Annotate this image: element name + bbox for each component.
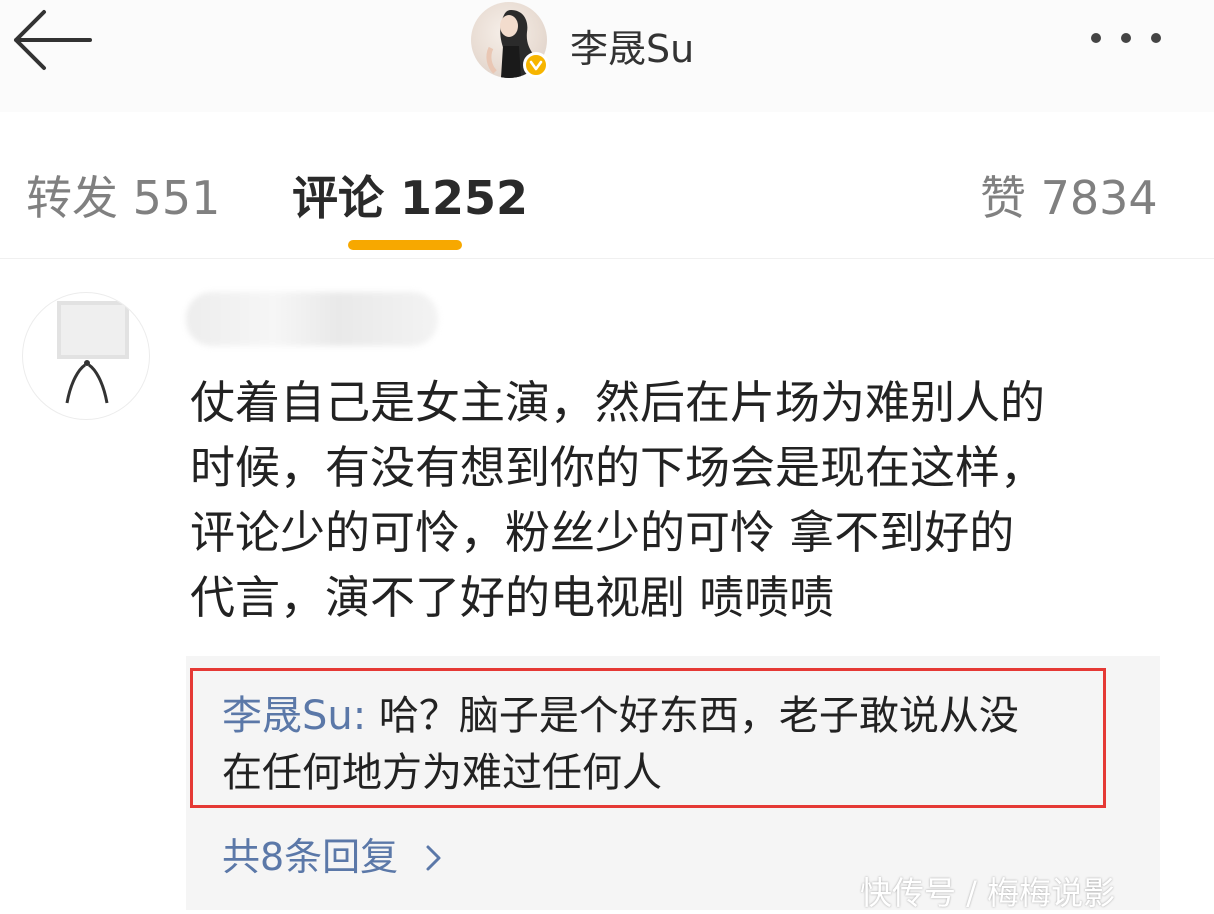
comment-line: 评论少的可怜，粉丝少的可怜 拿不到好的 — [190, 506, 1015, 559]
comment-line: 代言，演不了好的电视剧 啧啧啧 — [190, 571, 835, 624]
tab-repost-label: 转发 — [26, 171, 118, 225]
comment-line: 时候，有没有想到你的下场会是现在这样， — [190, 441, 1046, 494]
top-bar: 李晟Su — [0, 0, 1214, 113]
view-more-replies-link[interactable]: 共8条回复 — [222, 826, 444, 881]
tab-comment-label: 评论 — [292, 171, 384, 225]
tab-repost-count: 551 — [132, 171, 221, 225]
author-avatar[interactable] — [471, 2, 551, 78]
tab-like-count: 7834 — [1040, 171, 1158, 225]
reply-content-line: 在任何地方为难过任何人 — [222, 750, 662, 796]
chevron-right-icon — [426, 845, 441, 871]
tab-comment-count: 1252 — [400, 171, 529, 225]
reply-content-line: 哈？脑子是个好东西，老子敢说从没 — [366, 693, 1019, 739]
author-nickname[interactable]: 李晟Su — [570, 18, 694, 73]
tab-comment[interactable]: 评论 1252 — [292, 162, 528, 228]
commenter-avatar[interactable] — [22, 292, 150, 420]
default-avatar-icon — [57, 301, 129, 404]
reply-author[interactable]: 李晟Su: — [222, 693, 366, 739]
comment-line: 仗着自己是女主演，然后在片场为难别人的 — [190, 376, 1046, 429]
commenter-name-blurred — [186, 292, 438, 346]
tab-like[interactable]: 赞 7834 — [980, 162, 1158, 228]
arrow-left-icon[interactable] — [10, 8, 94, 72]
post-stats-tabs: 转发 551 评论 1252 赞 7834 — [0, 112, 1214, 259]
active-tab-indicator — [348, 240, 462, 250]
reply-item[interactable]: 李晟Su: 哈？脑子是个好东西，老子敢说从没 在任何地方为难过任何人 — [222, 688, 1102, 802]
tab-like-label: 赞 — [980, 171, 1026, 225]
comment-body: 仗着自己是女主演，然后在片场为难别人的 时候，有没有想到你的下场会是现在这样， … — [190, 370, 1180, 630]
source-watermark: 快传号 / 梅梅说影 — [860, 874, 1116, 912]
more-replies-label: 共8条回复 — [222, 835, 399, 879]
verified-badge-icon — [523, 52, 549, 78]
tab-repost[interactable]: 转发 551 — [26, 162, 220, 228]
ellipsis-icon[interactable] — [1086, 28, 1170, 48]
